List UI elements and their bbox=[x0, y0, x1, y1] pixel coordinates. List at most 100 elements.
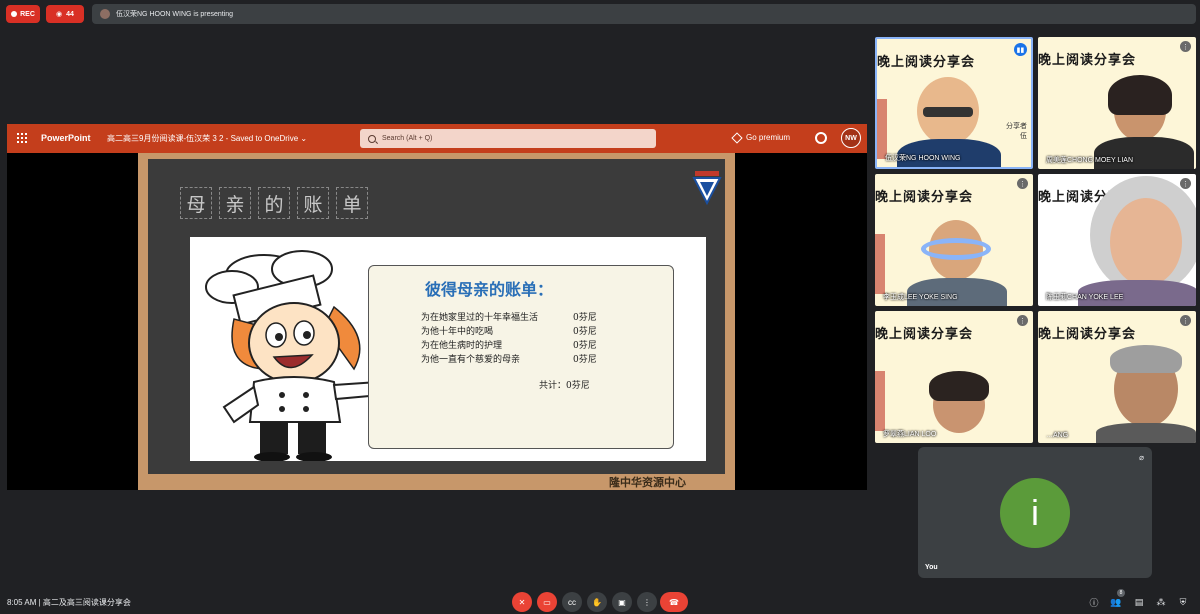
phone-hangup-icon: ☎ bbox=[669, 597, 679, 607]
more-options-icon[interactable]: ⋮ bbox=[1017, 315, 1028, 326]
participant-name: 陈玉莉CHAN YOKE LEE bbox=[1046, 294, 1124, 301]
self-label: You bbox=[925, 564, 938, 571]
bill-total: 共计：0芬尼 bbox=[539, 381, 590, 391]
go-premium-button[interactable]: Go premium bbox=[731, 131, 791, 144]
bill-line-amount: 0芬尼 bbox=[573, 313, 597, 323]
bill-line-text: 为他一直有个慈爱的母亲 bbox=[421, 355, 521, 365]
captions-button[interactable]: cc bbox=[562, 592, 582, 612]
more-vert-icon: ⋮ bbox=[643, 597, 651, 607]
top-bar: REC ◉ 44 伍汉荣NG HOON WING is presenting bbox=[0, 0, 1200, 28]
raise-hand-button[interactable]: ✋ bbox=[587, 592, 607, 612]
app-name[interactable]: PowerPoint bbox=[41, 133, 91, 143]
search-placeholder: Search (Alt + Q) bbox=[382, 135, 433, 142]
participant-tile[interactable]: 晚上阅读分享会 ⋮ 罗翠燕LIAN LOO bbox=[875, 311, 1033, 443]
record-dot-icon bbox=[11, 11, 18, 17]
live-viewers-indicator[interactable]: ◉ 44 bbox=[46, 5, 84, 23]
recording-indicator[interactable]: REC bbox=[6, 5, 40, 23]
chalkboard: 母 亲 的 账 单 彼得母亲的账单： 为在她家里过的十年幸福生活 0芬尼 为他十… bbox=[148, 159, 725, 474]
school-logo-icon bbox=[692, 171, 722, 205]
shared-powerpoint-window: PowerPoint 高二高三9月份阅读课-伍汉荣 3 2 - Saved to… bbox=[7, 124, 867, 490]
rec-label: REC bbox=[20, 10, 35, 18]
bill-scroll: 彼得母亲的账单： 为在她家里过的十年幸福生活 0芬尼 为他十年中的吃喝 0芬尼 … bbox=[368, 265, 674, 449]
slide-content-panel: 彼得母亲的账单： 为在她家里过的十年幸福生活 0芬尼 为他十年中的吃喝 0芬尼 … bbox=[190, 237, 706, 461]
participant-tile[interactable]: 晚上阅读分享会 ⋮ 李玉成LEE YOKE SING bbox=[875, 174, 1033, 306]
eye-icon: ◉ bbox=[56, 11, 63, 18]
search-icon bbox=[368, 134, 376, 143]
bill-line: 为他十年中的吃喝 0芬尼 bbox=[421, 324, 597, 337]
tile-banner: 晚上阅读分享会 bbox=[877, 55, 976, 70]
title-char: 的 bbox=[258, 187, 290, 219]
more-options-icon[interactable]: ⋮ bbox=[1180, 41, 1191, 52]
hand-icon: ✋ bbox=[592, 597, 602, 607]
presenting-banner: 伍汉荣NG HOON WING is presenting bbox=[92, 4, 1196, 24]
mic-toggle-button[interactable]: ✕ bbox=[512, 592, 532, 612]
participant-body bbox=[1096, 423, 1196, 443]
more-options-icon[interactable]: ⋮ bbox=[1180, 315, 1191, 326]
bill-line-text: 为在他生病时的护理 bbox=[421, 341, 503, 351]
participant-tile[interactable]: 晚上阅读分享会 分享者 伍 ▮▮ 伍汉荣NG HOON WING bbox=[875, 37, 1033, 169]
app-launcher-icon[interactable] bbox=[17, 133, 27, 143]
meeting-time-and-title: 8:05 AM | 高二及高三阅读课分享会 bbox=[7, 598, 131, 607]
present-button[interactable]: ▣ bbox=[612, 592, 632, 612]
tile-banner: 晚上阅读分享会 bbox=[1038, 53, 1137, 68]
premium-label: Go premium bbox=[746, 133, 791, 142]
bill-line-text: 为在她家里过的十年幸福生活 bbox=[421, 313, 539, 323]
presenting-text: 伍汉荣NG HOON WING is presenting bbox=[116, 11, 234, 18]
tile-decoration bbox=[875, 234, 885, 294]
glasses-icon bbox=[923, 107, 973, 117]
tile-banner: 晚上阅读分享会 bbox=[875, 190, 974, 205]
title-char: 账 bbox=[297, 187, 329, 219]
camera-toggle-button[interactable]: ▭ bbox=[537, 592, 557, 612]
present-icon: ▣ bbox=[618, 597, 626, 607]
chat-icon[interactable]: ▤ bbox=[1133, 596, 1145, 608]
people-count-badge: 8 bbox=[1117, 589, 1125, 597]
participant-name: …ANG bbox=[1046, 432, 1069, 439]
people-icon[interactable]: 👥 bbox=[1110, 596, 1122, 608]
tile-note-line: 伍 bbox=[1020, 133, 1027, 140]
info-icon[interactable]: ⓘ bbox=[1088, 596, 1100, 608]
self-avatar: i bbox=[1000, 478, 1070, 548]
participant-hair bbox=[929, 371, 989, 401]
tile-banner: 晚上阅读分享会 bbox=[1038, 327, 1137, 342]
bottom-control-bar: 8:05 AM | 高二及高三阅读课分享会 ✕ ▭ cc ✋ ▣ ⋮ ☎ ⓘ 👥… bbox=[0, 588, 1200, 614]
end-call-button[interactable]: ☎ bbox=[660, 592, 688, 612]
more-options-button[interactable]: ⋮ bbox=[637, 592, 657, 612]
bill-line-amount: 0芬尼 bbox=[573, 327, 597, 337]
headphones-icon bbox=[921, 238, 991, 260]
participant-tile[interactable]: 晚上阅读分享会 ⋮ …ANG bbox=[1038, 311, 1196, 443]
participant-tile[interactable]: 晚上阅读分享会 ⋮ 陈玉莉CHAN YOKE LEE bbox=[1038, 174, 1196, 306]
title-char: 单 bbox=[336, 187, 368, 219]
participant-name: 周美莲CHONG MOEY LIAN bbox=[1046, 157, 1133, 164]
search-input[interactable]: Search (Alt + Q) bbox=[360, 129, 656, 148]
participant-name: 李玉成LEE YOKE SING bbox=[883, 294, 958, 301]
participant-hair bbox=[1108, 75, 1172, 115]
user-avatar[interactable]: NW bbox=[841, 128, 861, 148]
captions-icon: cc bbox=[568, 597, 576, 607]
more-options-icon[interactable]: ⋮ bbox=[1180, 178, 1191, 189]
tile-decoration bbox=[877, 99, 887, 159]
participant-hair bbox=[1110, 345, 1182, 373]
title-char: 亲 bbox=[219, 187, 251, 219]
activities-icon[interactable]: ⁂ bbox=[1155, 596, 1167, 608]
powerpoint-title-bar: PowerPoint 高二高三9月份阅读课-伍汉荣 3 2 - Saved to… bbox=[7, 124, 867, 153]
bill-line: 为在她家里过的十年幸福生活 0芬尼 bbox=[421, 310, 597, 323]
camera-off-icon: ▭ bbox=[543, 597, 551, 607]
document-title[interactable]: 高二高三9月份阅读课-伍汉荣 3 2 - Saved to OneDrive ⌄ bbox=[107, 133, 307, 144]
gear-icon[interactable] bbox=[815, 132, 827, 144]
self-view-tile[interactable]: ⌀ i You bbox=[918, 447, 1152, 578]
participant-tile[interactable]: 晚上阅读分享会 ⋮ 周美莲CHONG MOEY LIAN bbox=[1038, 37, 1196, 169]
bill-line: 为在他生病时的护理 0芬尼 bbox=[421, 338, 597, 351]
bill-line-amount: 0芬尼 bbox=[573, 341, 597, 351]
slide-frame: 母 亲 的 账 单 彼得母亲的账单： 为在她家里过的十年幸福生活 0芬尼 为他十… bbox=[138, 153, 735, 490]
more-options-icon[interactable]: ⋮ bbox=[1017, 178, 1028, 189]
participant-name: 伍汉荣NG HOON WING bbox=[885, 155, 961, 162]
slide-title: 母 亲 的 账 单 bbox=[180, 187, 368, 219]
bill-title: 彼得母亲的账单： bbox=[425, 280, 554, 299]
mic-off-icon: ✕ bbox=[518, 597, 526, 607]
viewers-count: 44 bbox=[66, 10, 74, 18]
tile-decoration bbox=[875, 371, 885, 431]
diamond-icon bbox=[731, 131, 743, 144]
participant-name: 罗翠燕LIAN LOO bbox=[883, 431, 937, 438]
bill-line: 为他一直有个慈爱的母亲 0芬尼 bbox=[421, 352, 597, 365]
host-controls-icon[interactable]: ⛨ bbox=[1177, 596, 1189, 608]
